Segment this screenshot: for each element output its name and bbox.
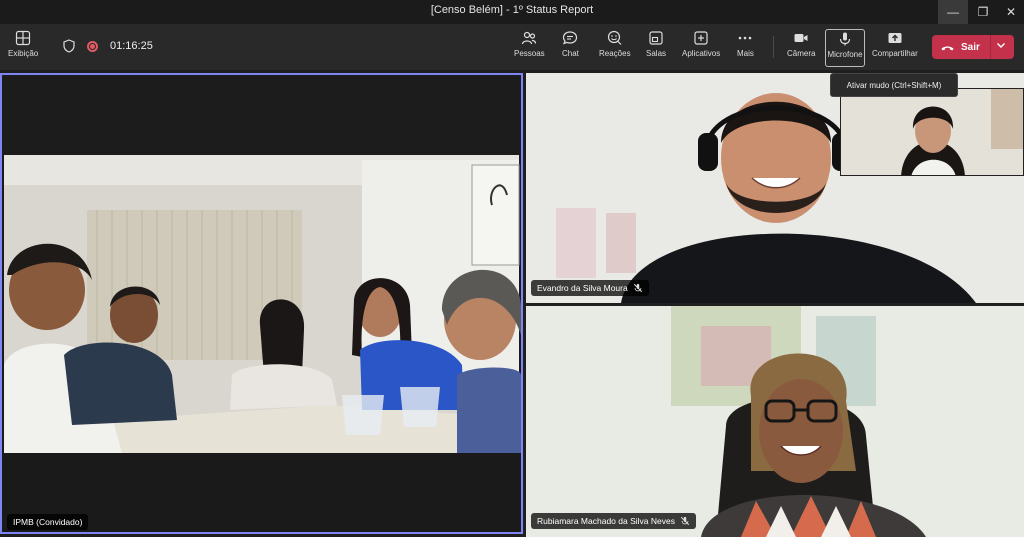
microphone-label: Microfone xyxy=(827,50,863,59)
apps-label: Aplicativos xyxy=(682,49,721,58)
rooms-button[interactable]: Salas xyxy=(646,30,666,66)
microphone-button[interactable]: Microfone xyxy=(825,29,865,67)
apps-icon xyxy=(694,31,708,45)
people-icon xyxy=(522,31,537,45)
view-label: Exibição xyxy=(8,49,39,58)
recording-icon xyxy=(87,41,98,52)
mute-tooltip: Ativar mudo (Ctrl+Shift+M) xyxy=(830,73,958,97)
more-icon xyxy=(739,36,752,40)
share-icon xyxy=(888,33,902,43)
leave-button[interactable]: Sair xyxy=(932,35,1014,59)
reactions-icon xyxy=(607,30,622,45)
chat-label: Chat xyxy=(562,49,579,58)
shield-icon[interactable] xyxy=(62,39,76,53)
more-button[interactable]: Mais xyxy=(737,30,754,66)
self-view-video xyxy=(841,89,1023,175)
share-button[interactable]: Compartilhar xyxy=(872,30,918,66)
reactions-label: Reações xyxy=(599,49,631,58)
mic-muted-icon xyxy=(680,516,690,526)
leave-label: Sair xyxy=(961,41,980,53)
camera-icon xyxy=(794,34,808,42)
apps-button[interactable]: Aplicativos xyxy=(682,30,720,66)
participant-name-tag: IPMB (Convidado) xyxy=(7,514,89,530)
chevron-down-icon[interactable] xyxy=(995,39,1007,51)
title-bar: [Censo Belém] - 1º Status Report — ❐ ✕ xyxy=(0,0,1024,24)
chat-icon xyxy=(563,31,578,45)
chat-button[interactable]: Chat xyxy=(562,30,579,66)
camera-label: Câmera xyxy=(787,49,816,58)
mic-muted-icon xyxy=(633,283,642,293)
video-tile-main[interactable]: IPMB (Convidado) xyxy=(0,73,523,534)
participant-name: Evandro da Silva Moura xyxy=(537,283,628,293)
camera-button[interactable]: Câmera xyxy=(787,30,815,66)
close-icon[interactable]: ✕ xyxy=(996,0,1024,24)
video-tile-bottom-right[interactable]: Rubiamara Machado da Silva Neves xyxy=(526,306,1024,537)
rooms-label: Salas xyxy=(646,49,667,58)
rooms-icon xyxy=(649,31,663,45)
microphone-icon xyxy=(839,32,851,46)
people-label: Pessoas xyxy=(514,49,545,58)
more-label: Mais xyxy=(737,49,754,58)
participant-video xyxy=(526,306,1024,537)
leave-split-divider xyxy=(990,35,991,59)
restore-icon[interactable]: ❐ xyxy=(968,0,998,24)
participant-name-tag: Evandro da Silva Moura xyxy=(531,280,649,296)
hang-up-icon xyxy=(941,45,954,50)
participant-name-tag: Rubiamara Machado da Silva Neves xyxy=(531,513,696,529)
participant-name: IPMB (Convidado) xyxy=(13,517,83,527)
people-button[interactable]: Pessoas xyxy=(514,30,545,66)
participant-name: Rubiamara Machado da Silva Neves xyxy=(537,516,675,526)
toolbar-divider xyxy=(773,36,774,58)
reactions-button[interactable]: Reações xyxy=(599,30,631,66)
grid-view-icon xyxy=(16,30,31,46)
view-button[interactable]: Exibição xyxy=(8,30,38,66)
room-video xyxy=(2,75,521,532)
window-title: [Censo Belém] - 1º Status Report xyxy=(430,4,594,16)
self-view-tile[interactable] xyxy=(840,88,1024,176)
share-label: Compartilhar xyxy=(872,49,918,58)
meeting-toolbar: Exibição 01:16:25 Pessoas Chat Reações S… xyxy=(0,24,1024,70)
meeting-timer: 01:16:25 xyxy=(110,40,153,52)
minimize-icon[interactable]: — xyxy=(938,0,968,24)
